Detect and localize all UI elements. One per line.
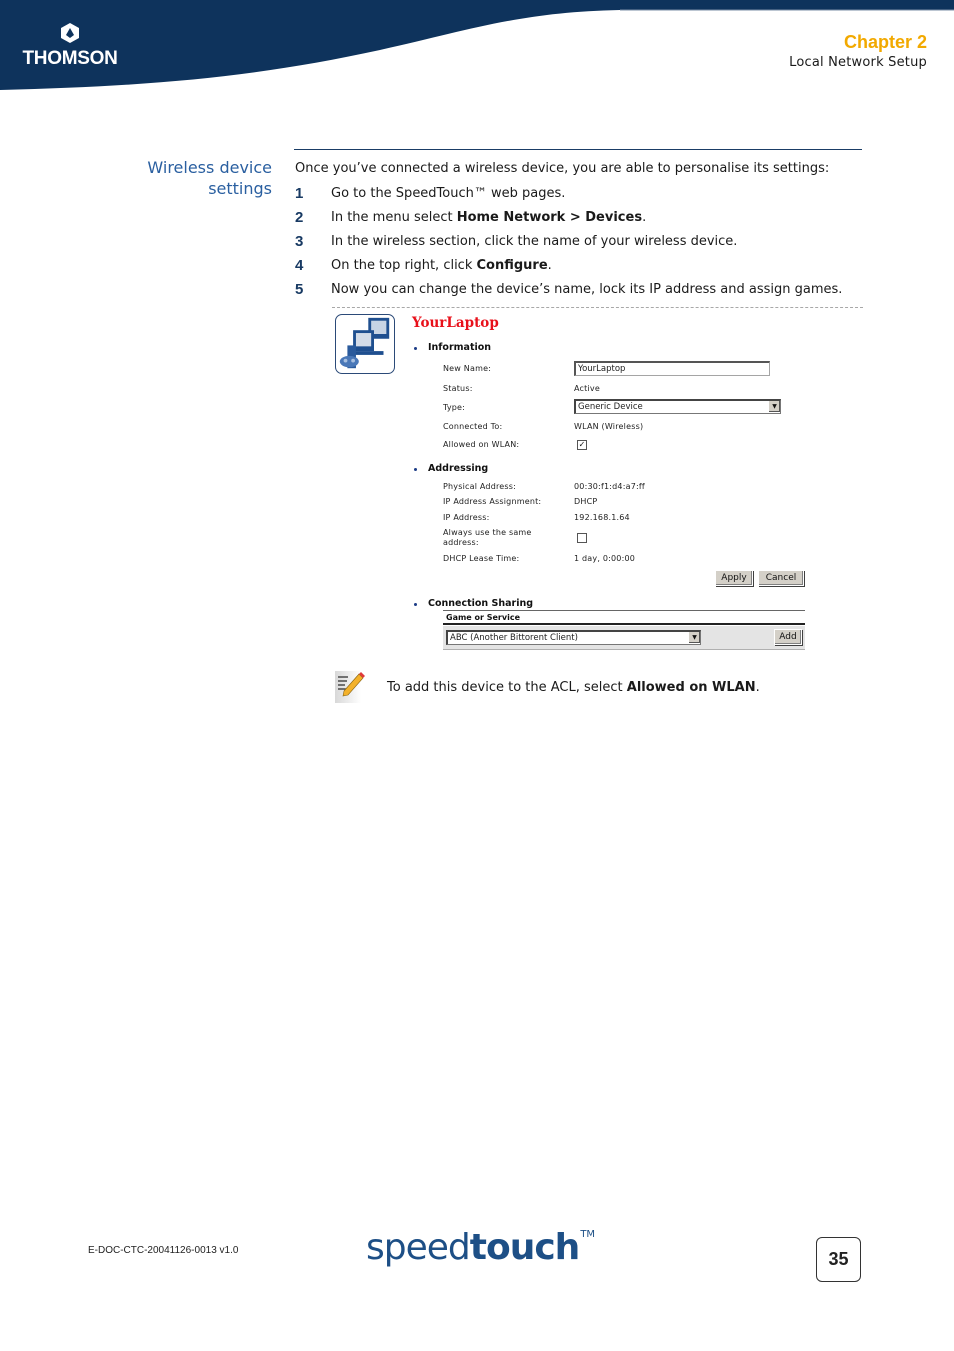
ip-assignment-label: IP Address Assignment: [443, 497, 542, 506]
new-name-label: New Name: [443, 364, 492, 373]
game-select-value: ABC (Another Bittorent Client) [450, 633, 578, 643]
step-text: Now you can change the device’s name, lo… [331, 282, 843, 297]
physical-address-label: Physical Address: [443, 482, 517, 491]
new-name-input[interactable]: YourLaptop [574, 361, 770, 376]
step-number: 1 [295, 185, 304, 202]
connected-to-label: Connected To: [443, 422, 503, 431]
devices-icon [335, 314, 395, 374]
add-game-button[interactable]: Add [774, 629, 802, 645]
logo-text: THOMSON [22, 48, 118, 69]
ip-address-value: 192.168.1.64 [574, 513, 630, 522]
ip-address-label: IP Address: [443, 513, 490, 522]
chevron-down-icon[interactable]: ▼ [768, 401, 780, 412]
section-title-line1: Wireless device [147, 158, 272, 177]
step-text: In the wireless section, click the name … [331, 234, 738, 249]
bullet-icon [414, 347, 417, 350]
dhcp-lease-value: 1 day, 0:00:00 [574, 554, 636, 563]
device-title: YourLaptop [412, 315, 499, 331]
step-text: In the menu select Home Network > Device… [331, 210, 647, 225]
section-divider [294, 149, 862, 150]
section-title-line2: settings [208, 179, 272, 198]
section-title: Wireless device settings [120, 157, 272, 199]
step-number: 5 [295, 281, 304, 298]
steps-list: 1 Go to the SpeedTouch™ web pages. 2 In … [295, 185, 865, 305]
always-same-address-checkbox[interactable] [577, 533, 587, 543]
apply-button[interactable]: Apply [715, 570, 753, 586]
step-number: 4 [295, 257, 304, 274]
ip-assignment-value: DHCP [574, 497, 598, 506]
status-value: Active [574, 384, 600, 393]
allowed-wlan-checkbox[interactable]: ✓ [577, 440, 587, 450]
step-item: 5 Now you can change the device’s name, … [295, 281, 865, 305]
document-id: E-DOC-CTC-20041126-0013 v1.0 [88, 1245, 239, 1256]
note-text: To add this device to the ACL, select Al… [387, 680, 760, 695]
speedtouch-logo: speedtouchTM [366, 1227, 596, 1268]
game-select[interactable]: ABC (Another Bittorent Client) ▼ [446, 630, 701, 645]
step-number: 2 [295, 209, 304, 226]
physical-address-value: 00:30:f1:d4:a7:ff [574, 482, 645, 491]
chapter-heading: Chapter 2 Local Network Setup [789, 31, 927, 73]
intro-text: Once you’ve connected a wireless device,… [295, 161, 830, 176]
always-same-address-label: Always use the same address: [443, 528, 532, 547]
step-item: 2 In the menu select Home Network > Devi… [295, 209, 865, 233]
step-item: 1 Go to the SpeedTouch™ web pages. [295, 185, 865, 209]
dhcp-lease-label: DHCP Lease Time: [443, 554, 520, 563]
addressing-heading: Addressing [414, 463, 488, 474]
connection-sharing-heading: Connection Sharing [414, 598, 533, 609]
thomson-logo-icon [61, 23, 79, 43]
dashed-divider [332, 307, 863, 308]
step-text: On the top right, click Configure. [331, 258, 552, 273]
connected-to-value: WLAN (Wireless) [574, 422, 644, 431]
information-heading: Information [414, 342, 491, 353]
game-service-column-header: Game or Service [443, 611, 805, 625]
thomson-logo: THOMSON [22, 22, 118, 70]
device-config-screenshot: YourLaptop Information New Name: YourLap… [335, 313, 815, 658]
step-text: Go to the SpeedTouch™ web pages. [331, 186, 566, 201]
game-service-row: ABC (Another Bittorent Client) ▼ Add [443, 626, 805, 650]
step-item: 4 On the top right, click Configure. [295, 257, 865, 281]
type-select-value: Generic Device [578, 402, 643, 412]
page-number: 35 [816, 1237, 861, 1282]
chevron-down-icon[interactable]: ▼ [688, 632, 700, 643]
cancel-button[interactable]: Cancel [758, 570, 804, 586]
bullet-icon [414, 603, 417, 606]
step-number: 3 [295, 233, 304, 250]
type-label: Type: [443, 403, 466, 412]
status-label: Status: [443, 384, 473, 393]
step-item: 3 In the wireless section, click the nam… [295, 233, 865, 257]
note-pencil-icon [335, 671, 365, 703]
chapter-label: Chapter 2 [843, 32, 927, 52]
chapter-title: Local Network Setup [789, 55, 927, 70]
bullet-icon [414, 468, 417, 471]
type-select[interactable]: Generic Device ▼ [574, 399, 781, 414]
allowed-wlan-label: Allowed on WLAN: [443, 440, 520, 449]
